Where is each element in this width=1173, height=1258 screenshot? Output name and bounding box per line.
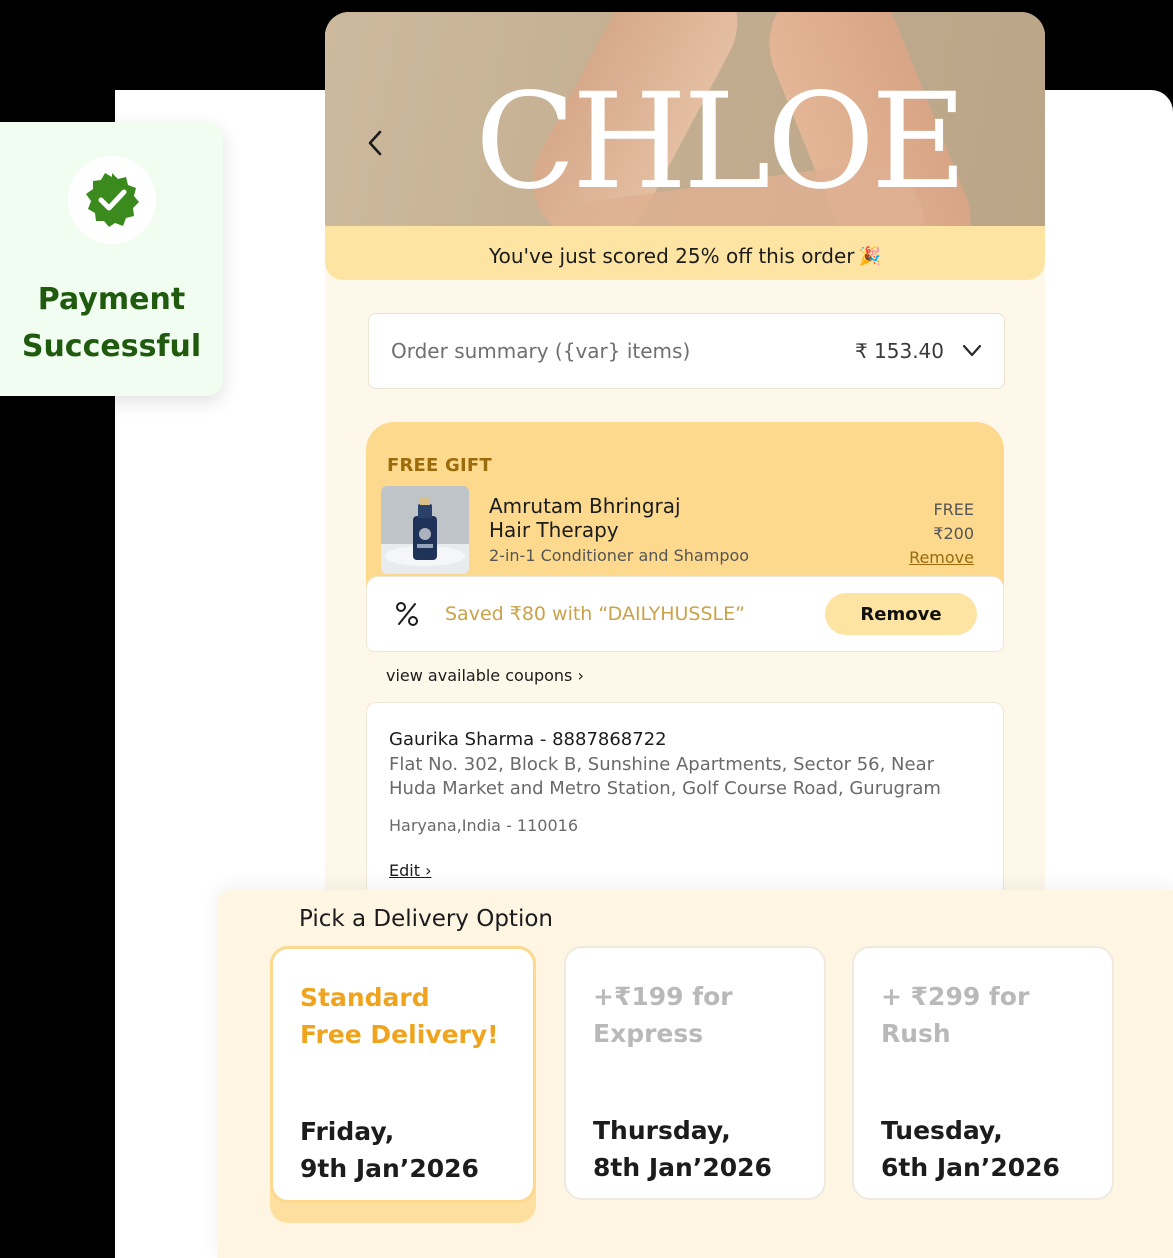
option-heading-line: Free Delivery! bbox=[300, 1020, 499, 1049]
gift-product-subtitle: 2-in-1 Conditioner and Shampoo bbox=[489, 546, 750, 565]
hero-banner: CHLOE bbox=[325, 12, 1045, 238]
option-date: Friday, 9th Jan’2026 bbox=[300, 1113, 520, 1187]
delivery-option-express[interactable]: +₹199 for Express Thursday, 8th Jan’2026 bbox=[564, 946, 830, 1223]
verified-badge bbox=[67, 156, 156, 244]
option-date-value: 8th Jan’2026 bbox=[593, 1153, 772, 1182]
address-edit-link[interactable]: Edit › bbox=[389, 861, 431, 880]
gift-name-line: Amrutam Bhringraj bbox=[489, 494, 681, 518]
free-gift-card: FREE GIFT Amrutam Bhringraj Hair Therapy… bbox=[366, 422, 1004, 652]
gift-product-name: Amrutam Bhringraj Hair Therapy bbox=[489, 494, 749, 542]
delivery-options-panel: Pick a Delivery Option Standard Free Del… bbox=[217, 890, 1173, 1258]
address-lines: Flat No. 302, Block B, Sunshine Apartmen… bbox=[389, 754, 941, 799]
back-button[interactable] bbox=[363, 128, 387, 158]
payment-title-line: Successful bbox=[21, 329, 202, 364]
option-day: Thursday, bbox=[593, 1116, 731, 1145]
option-heading: +₹199 for Express bbox=[593, 978, 813, 1052]
delivery-option-rush[interactable]: + ₹299 for Rush Tuesday, 6th Jan’2026 bbox=[852, 946, 1118, 1223]
option-date: Tuesday, 6th Jan’2026 bbox=[881, 1112, 1101, 1186]
percent-icon bbox=[396, 602, 418, 626]
payment-success-title: Payment Successful bbox=[22, 276, 201, 370]
verified-check-icon bbox=[85, 173, 139, 227]
offer-text: You've just scored 25% off this order bbox=[489, 244, 855, 268]
option-day: Tuesday, bbox=[881, 1116, 1003, 1145]
gift-price-free: FREE bbox=[933, 500, 974, 519]
coupon-saved-text: Saved ₹80 with “DAILYHUSSLE” bbox=[445, 603, 745, 625]
brand-logo: CHLOE bbox=[475, 65, 967, 219]
option-date: Thursday, 8th Jan’2026 bbox=[593, 1112, 813, 1186]
gift-name-line: Hair Therapy bbox=[489, 518, 619, 542]
payment-success-card: Payment Successful bbox=[0, 122, 223, 396]
payment-title-line: Payment bbox=[37, 282, 186, 317]
option-date-value: 9th Jan’2026 bbox=[300, 1154, 479, 1183]
gift-price-block: FREE ₹200 Remove bbox=[909, 498, 974, 570]
order-summary-amount: ₹ 153.40 bbox=[854, 339, 944, 363]
coupon-remove-button[interactable]: Remove bbox=[825, 593, 977, 635]
option-heading: Standard Free Delivery! bbox=[300, 979, 520, 1053]
option-day: Friday, bbox=[300, 1117, 395, 1146]
delivery-option-card[interactable]: + ₹299 for Rush Tuesday, 6th Jan’2026 bbox=[852, 946, 1114, 1200]
option-heading-line: + ₹299 for bbox=[881, 982, 1030, 1011]
order-summary-label: Order summary ({var} items) bbox=[391, 339, 691, 363]
delivery-title: Pick a Delivery Option bbox=[299, 906, 553, 932]
view-coupons-link[interactable]: view available coupons › bbox=[386, 666, 584, 685]
product-image bbox=[381, 486, 469, 574]
option-heading: + ₹299 for Rush bbox=[881, 978, 1101, 1052]
option-heading-line: Rush bbox=[881, 1019, 951, 1048]
gift-price-original: ₹200 bbox=[933, 524, 974, 543]
option-heading-line: Standard bbox=[300, 983, 430, 1012]
offer-banner: You've just scored 25% off this order 🎉 bbox=[325, 226, 1045, 280]
option-date-value: 6th Jan’2026 bbox=[881, 1153, 1060, 1182]
option-heading-line: +₹199 for bbox=[593, 982, 733, 1011]
address-name-phone: Gaurika Sharma - 8887868722 bbox=[389, 729, 667, 750]
delivery-option-card[interactable]: Standard Free Delivery! Friday, 9th Jan’… bbox=[270, 946, 536, 1203]
chevron-down-icon bbox=[962, 344, 982, 357]
free-gift-label: FREE GIFT bbox=[387, 455, 492, 476]
gift-remove-link[interactable]: Remove bbox=[909, 546, 974, 570]
option-heading-line: Express bbox=[593, 1019, 704, 1048]
delivery-option-standard[interactable]: Standard Free Delivery! Friday, 9th Jan’… bbox=[270, 946, 536, 1223]
order-summary-toggle[interactable]: Order summary ({var} items) ₹ 153.40 bbox=[368, 313, 1005, 389]
delivery-option-card[interactable]: +₹199 for Express Thursday, 8th Jan’2026 bbox=[564, 946, 826, 1200]
address-state: Haryana,India - 110016 bbox=[389, 816, 579, 835]
chevron-left-icon bbox=[368, 130, 382, 156]
party-popper-icon: 🎉 bbox=[858, 245, 881, 267]
applied-coupon-row: Saved ₹80 with “DAILYHUSSLE” Remove bbox=[366, 576, 1004, 652]
